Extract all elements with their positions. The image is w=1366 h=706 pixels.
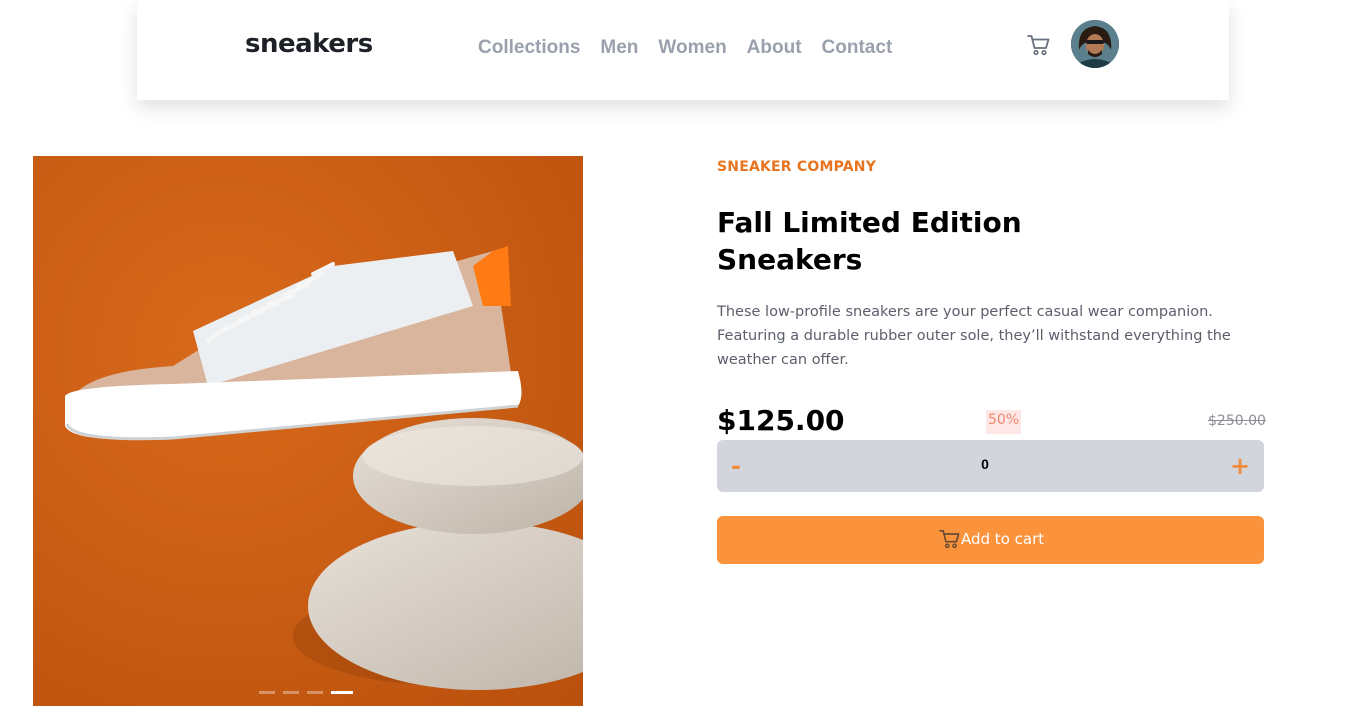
nav-item-contact[interactable]: Contact [822, 37, 893, 59]
current-price: $125.00 [717, 404, 845, 437]
discount-badge: 50% [986, 410, 1022, 434]
product-title: Fall Limited Edition Sneakers [717, 204, 1057, 278]
quantity-stepper: - 0 + [717, 440, 1264, 492]
add-to-cart-label: Add to cart [961, 529, 1045, 548]
product-title-line-1: Fall Limited Edition [717, 206, 1022, 239]
slide-dot-2[interactable] [283, 691, 299, 694]
add-to-cart-button[interactable]: Add to cart [717, 516, 1264, 564]
decrease-quantity-button[interactable]: - [721, 450, 751, 482]
nav-item-collections[interactable]: Collections [478, 37, 580, 59]
site-header: sneakers Collections Men Women About Contact [137, 0, 1229, 100]
quantity-value: 0 [981, 456, 989, 472]
product-title-line-2: Sneakers [717, 243, 863, 276]
original-price: $250.00 [1208, 413, 1266, 429]
slide-dot-4[interactable] [331, 691, 353, 694]
add-to-cart-content: Add to cart [939, 528, 1044, 552]
nav-item-about[interactable]: About [747, 37, 802, 59]
cart-icon[interactable] [1027, 34, 1051, 56]
company-name: SNEAKER COMPANY [717, 159, 877, 175]
slide-dot-1[interactable] [259, 691, 275, 694]
product-description: These low-profile sneakers are your perf… [717, 304, 1231, 368]
cart-icon [939, 529, 960, 548]
nav-item-men[interactable]: Men [600, 37, 638, 59]
logo[interactable]: sneakers [245, 29, 373, 59]
slide-dot-3[interactable] [307, 691, 323, 694]
increase-quantity-button[interactable]: + [1225, 450, 1255, 482]
product-image[interactable] [33, 156, 583, 706]
nav-item-women[interactable]: Women [658, 37, 726, 59]
main-nav: Collections Men Women About Contact [478, 37, 903, 63]
avatar[interactable] [1071, 20, 1119, 68]
